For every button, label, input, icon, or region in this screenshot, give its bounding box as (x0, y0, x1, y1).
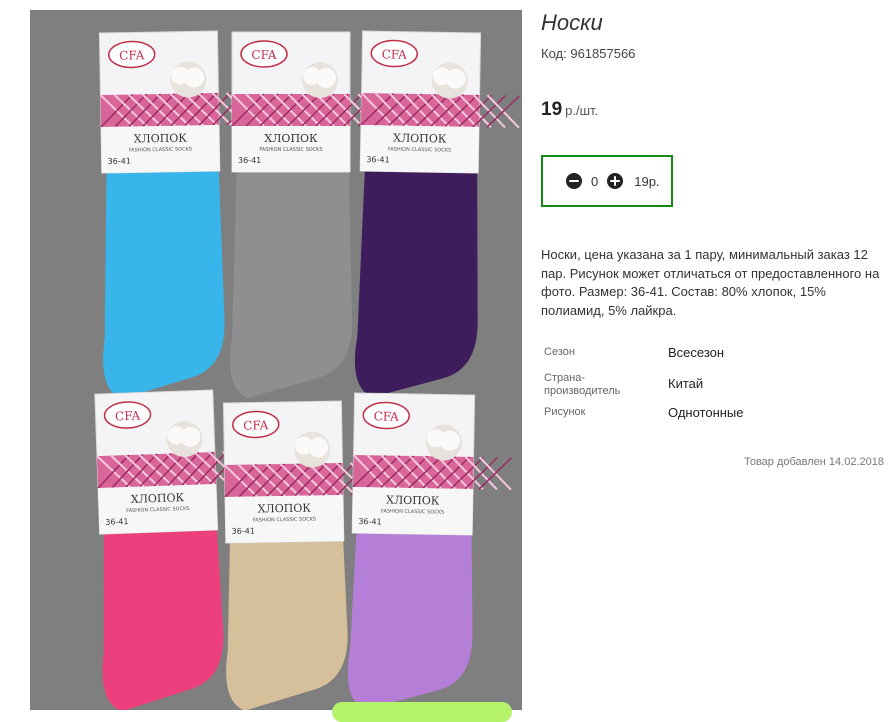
property-label: Страна-производитель (544, 372, 621, 397)
pack-size: 36-41 (232, 527, 255, 536)
pack-title: ХЛОПОК (258, 502, 312, 516)
pack-size: 36-41 (366, 155, 389, 164)
property-label: Сезон (544, 346, 575, 358)
product-code-value: 961857566 (570, 46, 636, 61)
brand-logo-text: CFA (382, 47, 408, 61)
date-added: Товар добавлен 14.02.2018 (743, 456, 884, 468)
pack-title: ХЛОПОК (131, 491, 185, 506)
pack-subtitle: FASHION CLASSIC SOCKS (129, 146, 192, 153)
property-value: Китай (668, 376, 704, 391)
brand-logo-text: CFA (374, 409, 400, 423)
pack-size: 36-41 (108, 157, 131, 166)
pack-subtitle: FASHION CLASSIC SOCKS (381, 508, 444, 515)
pack-subtitle: FASHION CLASSIC SOCKS (253, 516, 316, 523)
pack-size: 36-41 (105, 517, 129, 527)
quantity-value[interactable]: 0 (591, 174, 598, 189)
property-value: Всесезон (668, 345, 725, 360)
pack-title: ХЛОПОК (264, 132, 318, 145)
product-photo[interactable]: CFA ХЛОПОК FASHION CLASSIC SOCKS 36-41 CFA ХЛ… (30, 10, 522, 710)
brand-logo-text: CFA (115, 409, 141, 424)
product-code: Код: 961857566 (541, 46, 635, 61)
socks-photo-image: CFAХЛОПОКFASHION CLASSIC SOCKS36-41CFAХЛ… (94, 30, 521, 710)
pack-subtitle: FASHION CLASSIC SOCKS (388, 146, 451, 153)
pack-title: ХЛОПОК (134, 132, 188, 146)
product-price: 19 р./шт. (541, 99, 598, 121)
pack-title: ХЛОПОК (386, 494, 440, 508)
brand-logo-text: CFA (243, 418, 269, 432)
sock-pack: CFA ХЛОПОКFASHION CLASSIC SOCKS 36-41 (354, 30, 521, 398)
brand-logo-text: CFA (251, 48, 276, 62)
property-label: Рисунок (544, 406, 586, 418)
plus-icon[interactable] (607, 173, 624, 189)
pack-size: 36-41 (358, 517, 381, 526)
price-unit: р./шт. (565, 103, 599, 118)
product-description: Носки, цена указана за 1 пару, минимальн… (541, 247, 880, 318)
brand-logo-text: CFA (119, 48, 145, 62)
product-code-label: Код: (541, 46, 567, 61)
minus-icon[interactable] (566, 173, 582, 189)
property-value: Однотонные (668, 405, 744, 420)
quantity-stepper: 0 19р. (541, 155, 673, 207)
pack-subtitle: FASHION CLASSIC SOCKS (259, 147, 322, 153)
price-value: 19 (541, 99, 563, 120)
quantity-total: 19р. (634, 173, 660, 189)
product-title: Носки (541, 10, 603, 35)
add-to-cart-button-partial[interactable] (332, 702, 512, 722)
pack-title: ХЛОПОК (393, 132, 447, 146)
pack-size: 36-41 (238, 156, 261, 165)
sock-pack: CFA ХЛОПОКFASHION CLASSIC SOCKS36-41 (347, 392, 513, 710)
